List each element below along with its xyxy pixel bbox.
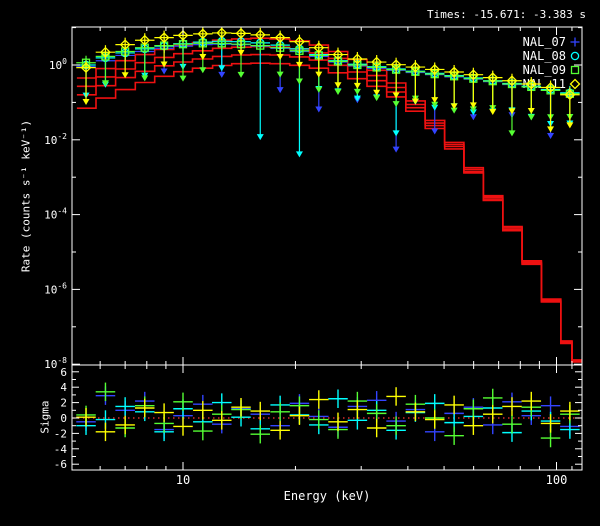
- sigma-tick-label: 4: [60, 381, 67, 394]
- sigma-tick-label: -6: [54, 458, 67, 471]
- square-marker: [570, 65, 580, 75]
- upper-limit-arrow: [237, 71, 245, 78]
- diamond-marker: [569, 78, 581, 90]
- upper-limit-arrow: [431, 128, 439, 135]
- upper-limit-arrow: [276, 87, 284, 94]
- upper-limit-arrow: [199, 67, 207, 74]
- sigma-tick-label: 2: [60, 397, 67, 410]
- y-tick-label: 10-2: [44, 132, 67, 147]
- legend-label: NAL_08: [523, 49, 566, 63]
- x-tick-label: 10: [176, 473, 190, 487]
- sigma-tick-label: -4: [54, 443, 68, 456]
- spectral-fit-window: NAL_07 NAL_08 NAL_09 NAL_11 10 100 100 10-2 10-4…: [0, 0, 600, 526]
- main-panel-frame: [71, 26, 583, 366]
- upper-limit-arrow: [218, 65, 226, 72]
- upper-limit-arrow: [373, 95, 381, 102]
- upper-limit-arrow: [179, 75, 187, 82]
- upper-limit-arrow: [256, 134, 264, 141]
- upper-limit-arrow: [527, 107, 535, 114]
- model-NAL_08: [76, 45, 582, 362]
- upper-limit-arrow: [218, 71, 226, 78]
- upper-limit-arrow: [334, 89, 342, 96]
- upper-limit-arrow: [160, 61, 168, 68]
- upper-limit-arrow: [276, 54, 284, 61]
- upper-limit-arrow: [82, 99, 90, 106]
- legend-label: NAL_09: [523, 63, 566, 77]
- legend-item-NAL_07: NAL_07: [523, 35, 580, 49]
- circle-marker: [570, 51, 580, 61]
- sigma-tick-label: 6: [60, 366, 67, 379]
- upper-limit-arrow: [566, 122, 574, 129]
- upper-limit-arrow: [489, 109, 497, 116]
- series-NAL_11: [76, 27, 580, 133]
- y-tick-label: 10-4: [44, 207, 67, 222]
- legend-item-NAL_08: NAL_08: [523, 49, 580, 63]
- upper-limit-arrow: [392, 130, 400, 137]
- upper-limit-arrow: [276, 71, 284, 78]
- sigma-series-NAL_09: [76, 382, 580, 448]
- upper-limit-arrow: [508, 130, 516, 137]
- model-NAL_11: [76, 37, 582, 361]
- legend-label: NAL_07: [523, 35, 566, 49]
- y-tick-label: 10-6: [44, 281, 67, 296]
- upper-limit-arrow: [295, 151, 303, 158]
- upper-limit-arrow: [547, 126, 555, 133]
- sigma-series-NAL_08: [76, 389, 580, 442]
- sigma-tick-label: -2: [54, 427, 67, 440]
- sigma-tick-label: 0: [60, 412, 67, 425]
- axis-ticks: [72, 27, 582, 470]
- upper-limit-arrow: [353, 88, 361, 95]
- upper-limit-arrow: [527, 114, 535, 121]
- upper-limit-arrow: [392, 146, 400, 153]
- plot-canvas: NAL_07NAL_08NAL_09NAL_1110 10010010-210-4…: [44, 26, 583, 487]
- upper-limit-arrow: [295, 78, 303, 85]
- x-tick-label: 100: [546, 473, 568, 487]
- legend-item-NAL_09: NAL_09: [523, 63, 580, 77]
- y-tick-label: 100: [49, 57, 67, 72]
- upper-limit-arrow: [334, 82, 342, 89]
- model-NAL_07: [76, 62, 582, 363]
- tick-labels: 10 10010010-210-410-610-86420-2-4-6: [44, 57, 567, 487]
- upper-limit-arrow: [392, 101, 400, 108]
- model-NAL_09: [76, 53, 582, 362]
- upper-limit-arrow: [141, 75, 149, 82]
- upper-limit-arrow: [547, 132, 555, 139]
- upper-limit-arrow: [315, 86, 323, 93]
- upper-limit-arrow: [353, 82, 361, 89]
- upper-limit-arrow: [315, 71, 323, 78]
- upper-limit-arrow: [160, 68, 168, 75]
- panel-frames: [71, 26, 583, 471]
- model-curves: [76, 37, 582, 363]
- upper-limit-arrow: [315, 106, 323, 113]
